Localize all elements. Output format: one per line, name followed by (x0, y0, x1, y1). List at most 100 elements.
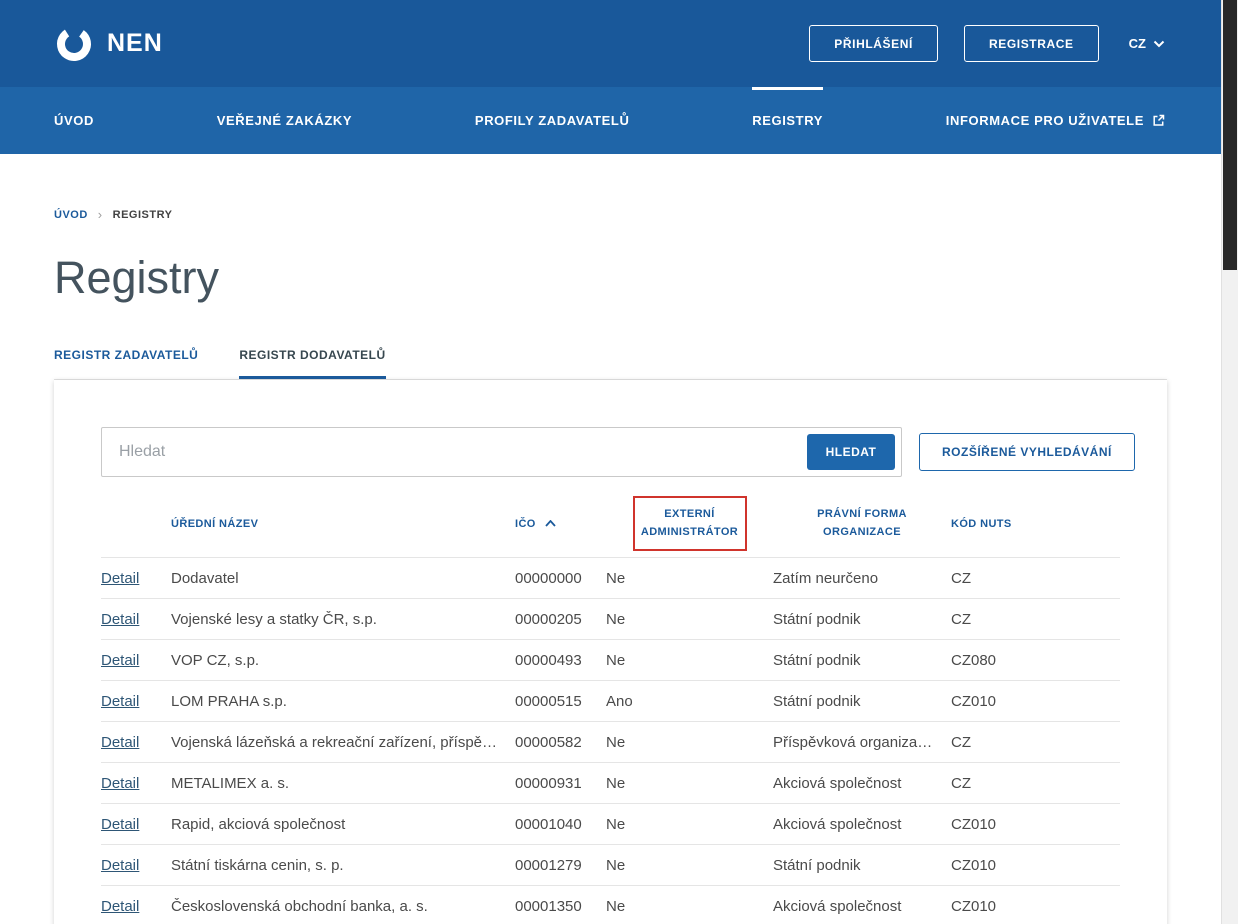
table-row: Detail Rapid, akciová společnost 0000104… (101, 803, 1120, 844)
cell-ext-admin: Ne (606, 775, 773, 792)
table-row: Detail LOM PRAHA s.p. 00000515 Ano Státn… (101, 680, 1120, 721)
breadcrumb: ÚVOD › REGISTRY (54, 207, 1221, 222)
scrollbar-thumb[interactable] (1223, 0, 1237, 270)
cell-legal-form: Státní podnik (773, 611, 951, 628)
cell-official-name: LOM PRAHA s.p. (171, 693, 515, 710)
cell-ico: 00000582 (515, 734, 606, 751)
cell-legal-form: Zatím neurčeno (773, 570, 951, 587)
nav-item-profily-zadavatelu[interactable]: PROFILY ZADAVATELŮ (475, 87, 630, 154)
search-row: HLEDAT ROZŠÍŘENÉ VYHLEDÁVÁNÍ (101, 427, 1120, 477)
search-button[interactable]: HLEDAT (807, 434, 895, 470)
cell-ext-admin: Ne (606, 652, 773, 669)
column-header-ext-admin-wrap: EXTERNÍ ADMINISTRÁTOR (606, 496, 773, 551)
cell-official-name: Vojenské lesy a statky ČR, s.p. (171, 611, 515, 628)
language-selector[interactable]: CZ (1129, 36, 1165, 51)
register-button[interactable]: REGISTRACE (964, 25, 1099, 62)
scrollbar[interactable] (1221, 0, 1238, 924)
cell-legal-form: Akciová společnost (773, 898, 951, 915)
cell-official-name: METALIMEX a. s. (171, 775, 515, 792)
cell-legal-form: Státní podnik (773, 652, 951, 669)
cell-nuts: CZ010 (951, 816, 1120, 833)
detail-link[interactable]: Detail (101, 693, 139, 710)
cell-ico: 00000493 (515, 652, 606, 669)
language-label: CZ (1129, 36, 1146, 51)
main-nav: ÚVOD VEŘEJNÉ ZAKÁZKY PROFILY ZADAVATELŮ … (0, 87, 1221, 154)
cell-ico: 00001040 (515, 816, 606, 833)
cell-official-name: Rapid, akciová společnost (171, 816, 515, 833)
column-header-externi-administrator[interactable]: EXTERNÍ ADMINISTRÁTOR (641, 508, 738, 538)
cell-ico: 00000931 (515, 775, 606, 792)
table-row: Detail Vojenská lázeňská a rekreační zař… (101, 721, 1120, 762)
sort-ascending-icon[interactable] (545, 520, 556, 527)
detail-link[interactable]: Detail (101, 611, 139, 628)
detail-link[interactable]: Detail (101, 570, 139, 587)
cell-ext-admin: Ne (606, 734, 773, 751)
column-header-ico[interactable]: IČO (515, 518, 606, 530)
cell-ico: 00000000 (515, 570, 606, 587)
cell-ico: 00001350 (515, 898, 606, 915)
cell-legal-form: Státní podnik (773, 693, 951, 710)
tab-bar: REGISTR ZADAVATELŮ REGISTR DODAVATELŮ (54, 348, 1167, 380)
nav-item-verejne-zakazky[interactable]: VEŘEJNÉ ZAKÁZKY (217, 87, 352, 154)
detail-link[interactable]: Detail (101, 816, 139, 833)
cell-legal-form: Akciová společnost (773, 775, 951, 792)
detail-link[interactable]: Detail (101, 734, 139, 751)
breadcrumb-current: REGISTRY (113, 209, 173, 221)
cell-ext-admin: Ne (606, 898, 773, 915)
breadcrumb-home[interactable]: ÚVOD (54, 209, 88, 221)
cell-nuts: CZ (951, 775, 1120, 792)
cell-legal-form: Příspěvková organiza… (773, 734, 951, 751)
ico-header-label: IČO (515, 518, 536, 530)
table-row: Detail Československá obchodní banka, a.… (101, 885, 1120, 924)
cell-official-name: Československá obchodní banka, a. s. (171, 898, 515, 915)
brand-name: NEN (107, 29, 163, 58)
nav-item-informace-label: INFORMACE PRO UŽIVATELE (946, 113, 1144, 128)
brand[interactable]: NEN (54, 24, 163, 64)
detail-link[interactable]: Detail (101, 775, 139, 792)
cell-ext-admin: Ano (606, 693, 773, 710)
search-input[interactable] (101, 427, 902, 477)
registry-panel: HLEDAT ROZŠÍŘENÉ VYHLEDÁVÁNÍ ÚŘEDNÍ NÁZE… (54, 380, 1167, 924)
cell-legal-form: Akciová společnost (773, 816, 951, 833)
table-row: Detail METALIMEX a. s. 00000931 Ne Akcio… (101, 762, 1120, 803)
cell-ext-admin: Ne (606, 611, 773, 628)
tab-registr-dodavatelu[interactable]: REGISTR DODAVATELŮ (239, 348, 385, 379)
cell-nuts: CZ010 (951, 857, 1120, 874)
breadcrumb-separator-icon: › (98, 207, 103, 222)
nav-item-uvod[interactable]: ÚVOD (54, 87, 94, 154)
table-body: Detail Dodavatel 00000000 Ne Zatím neurč… (101, 557, 1120, 924)
table-header: ÚŘEDNÍ NÁZEV IČO EXTERNÍ ADMINISTRÁTOR P… (101, 492, 1120, 557)
table-row: Detail Vojenské lesy a statky ČR, s.p. 0… (101, 598, 1120, 639)
cell-official-name: Dodavatel (171, 570, 515, 587)
column-header-pravni-forma[interactable]: PRÁVNÍ FORMA ORGANIZACE (811, 506, 913, 541)
cell-nuts: CZ010 (951, 898, 1120, 915)
search-box: HLEDAT (101, 427, 902, 477)
tab-registr-zadavatelu[interactable]: REGISTR ZADAVATELŮ (54, 348, 198, 379)
login-button[interactable]: PŘIHLÁŠENÍ (809, 25, 938, 62)
nav-item-registry[interactable]: REGISTRY (752, 87, 823, 154)
cell-ext-admin: Ne (606, 570, 773, 587)
cell-nuts: CZ (951, 734, 1120, 751)
cell-official-name: Státní tiskárna cenin, s. p. (171, 857, 515, 874)
table-row: Detail Státní tiskárna cenin, s. p. 0000… (101, 844, 1120, 885)
cell-nuts: CZ (951, 570, 1120, 587)
external-link-icon (1152, 114, 1165, 127)
detail-link[interactable]: Detail (101, 898, 139, 915)
table-row: Detail Dodavatel 00000000 Ne Zatím neurč… (101, 557, 1120, 598)
chevron-down-icon (1153, 40, 1165, 48)
cell-ext-admin: Ne (606, 816, 773, 833)
detail-link[interactable]: Detail (101, 857, 139, 874)
advanced-search-button[interactable]: ROZŠÍŘENÉ VYHLEDÁVÁNÍ (919, 433, 1135, 471)
nav-item-informace-pro-uzivatele[interactable]: INFORMACE PRO UŽIVATELE (946, 87, 1165, 154)
cell-nuts: CZ (951, 611, 1120, 628)
detail-link[interactable]: Detail (101, 652, 139, 669)
column-header-kod-nuts[interactable]: KÓD NUTS (951, 518, 1120, 530)
cell-legal-form: Státní podnik (773, 857, 951, 874)
cell-nuts: CZ080 (951, 652, 1120, 669)
externi-administrator-highlight-box: EXTERNÍ ADMINISTRÁTOR (633, 496, 747, 551)
cell-nuts: CZ010 (951, 693, 1120, 710)
cell-ico: 00000515 (515, 693, 606, 710)
top-header: NEN PŘIHLÁŠENÍ REGISTRACE CZ (0, 0, 1221, 87)
nen-logo-icon (54, 24, 94, 64)
column-header-uredni-nazev[interactable]: ÚŘEDNÍ NÁZEV (171, 518, 515, 530)
